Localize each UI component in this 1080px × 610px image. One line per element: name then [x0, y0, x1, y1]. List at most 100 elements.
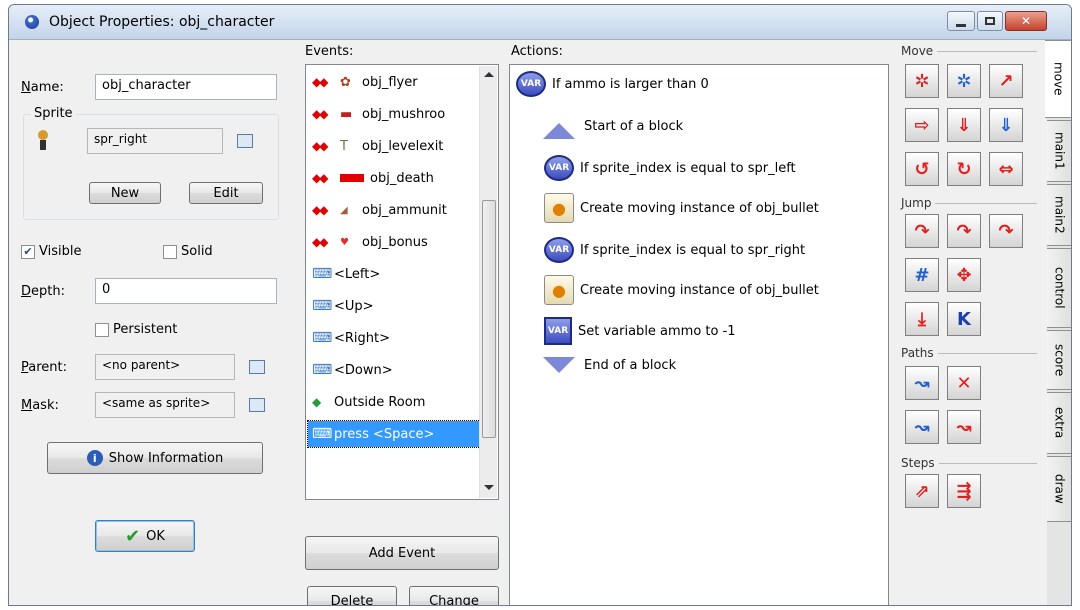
speed-vertical-icon[interactable]: ⇓ [947, 108, 981, 142]
move-free-icon[interactable]: ✲ [947, 64, 981, 98]
event-label: obj_levelexit [362, 138, 444, 154]
edit-sprite-label: Edit [213, 185, 239, 201]
tab-extra[interactable]: extra [1047, 392, 1071, 454]
action-item[interactable]: VAR If sprite_index is equal to spr_left [544, 155, 796, 181]
actions-list[interactable]: VAR If ammo is larger than 0 Start of a b… [509, 64, 889, 605]
reverse-vertical-icon[interactable]: ↻ [947, 152, 981, 186]
delete-event-button[interactable]: Delete [307, 586, 397, 605]
move-fixed-icon[interactable]: ✲ [905, 64, 939, 98]
event-label: press <Space> [334, 426, 435, 442]
new-sprite-button[interactable]: New [89, 182, 161, 204]
jump-to-position-icon[interactable]: ↷ [905, 214, 939, 248]
sprite-menu-icon[interactable] [237, 134, 253, 148]
sprite-field[interactable]: spr_right [87, 128, 223, 154]
move-towards-icon[interactable]: ↗ [989, 64, 1023, 98]
keyboard-icon: ⌨ [312, 330, 333, 346]
event-item[interactable]: ⌨ <Up> [308, 293, 480, 319]
jump-to-random-icon[interactable]: ↷ [989, 214, 1023, 248]
action-item[interactable]: ● Create moving instance of obj_bullet [544, 275, 819, 305]
action-label: Create moving instance of obj_bullet [580, 200, 819, 216]
bounce-icon[interactable]: K [947, 302, 981, 336]
mask-label: Mask: [21, 398, 59, 413]
jump-to-start-icon[interactable]: ↷ [947, 214, 981, 248]
tab-score[interactable]: score [1047, 330, 1071, 390]
action-label: If ammo is larger than 0 [552, 76, 709, 92]
mask-field[interactable]: <same as sprite> [95, 392, 235, 418]
action-item[interactable]: VAR If sprite_index is equal to spr_right [544, 237, 805, 263]
set-path-icon[interactable]: ↝ [905, 366, 939, 400]
action-item[interactable]: Start of a block [543, 113, 683, 139]
set-friction-icon[interactable]: ⇔ [989, 152, 1023, 186]
show-information-button[interactable]: i Show Information [47, 442, 263, 474]
event-item[interactable]: ◆◆ obj_death [308, 165, 480, 191]
change-event-button[interactable]: Change [409, 586, 499, 606]
tab-label: draw [1052, 474, 1067, 504]
name-field[interactable]: obj_character [95, 74, 277, 100]
tab-label: extra [1052, 407, 1067, 439]
create-instance-icon: ● [544, 275, 574, 305]
change-event-label: Change [429, 593, 479, 606]
collision-icon: ◆◆ [312, 107, 328, 121]
events-list[interactable]: ◆◆ ✿ obj_flyer ◆◆ ▬ obj_mushroo ◆◆ Tobj_level… [305, 64, 499, 500]
edit-sprite-button[interactable]: Edit [189, 182, 263, 204]
action-label: Set variable ammo to -1 [578, 323, 736, 339]
event-item-selected[interactable]: ⌨ press <Space> [307, 420, 481, 448]
actions-header: Actions: [511, 44, 563, 59]
event-item[interactable]: ◆◆ ✿ obj_flyer [308, 69, 480, 95]
maximize-button[interactable] [977, 11, 1003, 31]
depth-field[interactable]: 0 [95, 278, 277, 304]
sprite-group-label: Sprite [31, 106, 76, 121]
parent-field[interactable]: <no parent> [95, 354, 235, 380]
tab-main2[interactable]: main2 [1047, 184, 1071, 246]
path-position-icon[interactable]: ↝ [905, 410, 939, 444]
move-to-contact-icon[interactable]: ⤓ [905, 302, 939, 336]
event-item[interactable]: ◆◆ ♥ obj_bonus [308, 229, 480, 255]
step-avoiding-icon[interactable]: ⇶ [947, 474, 981, 508]
step-towards-icon[interactable]: ⇗ [905, 474, 939, 508]
collision-icon: ◆◆ [312, 139, 328, 153]
event-item[interactable]: ◆◆ ▬ obj_mushroo [308, 101, 480, 127]
mask-menu-icon[interactable] [249, 398, 265, 412]
action-item[interactable]: VAR If ammo is larger than 0 [516, 71, 709, 97]
minimize-icon [956, 23, 966, 27]
event-label: <Left> [334, 266, 381, 282]
action-item[interactable]: End of a block [543, 357, 676, 373]
align-to-grid-icon[interactable]: # [905, 258, 939, 292]
scroll-up-icon[interactable] [484, 72, 494, 77]
tab-control[interactable]: control [1047, 248, 1071, 328]
events-scrollbar[interactable] [479, 66, 497, 498]
add-event-button[interactable]: Add Event [305, 536, 499, 570]
scroll-down-icon[interactable] [484, 485, 494, 490]
speed-horizontal-icon[interactable]: ⇨ [905, 108, 939, 142]
action-label: If sprite_index is equal to spr_left [580, 160, 796, 176]
visible-checkbox[interactable]: ✔ Visible [21, 244, 81, 259]
wrap-screen-icon[interactable]: ✥ [947, 258, 981, 292]
event-item[interactable]: ◆◆ Tobj_levelexit [308, 133, 480, 159]
tab-main1[interactable]: main1 [1047, 120, 1071, 182]
event-item[interactable]: ⌨ <Down> [308, 357, 480, 383]
event-item[interactable]: ◆ Outside Room [308, 389, 480, 415]
action-item[interactable]: ● Create moving instance of obj_bullet [544, 193, 819, 223]
depth-label: Depth: [21, 284, 65, 299]
keyboard-icon: ⌨ [312, 362, 333, 378]
tab-move[interactable]: move [1045, 40, 1071, 118]
tab-draw[interactable]: draw [1047, 456, 1071, 522]
keyboard-icon: ⌨ [312, 298, 333, 314]
ok-button[interactable]: ✔ OK [95, 520, 195, 552]
action-item[interactable]: VAR Set variable ammo to -1 [544, 317, 736, 345]
scroll-thumb[interactable] [482, 200, 496, 438]
persistent-checkbox[interactable]: Persistent [95, 322, 177, 337]
end-path-icon[interactable]: ✕ [947, 366, 981, 400]
event-item[interactable]: ⌨ <Left> [308, 261, 480, 287]
close-button[interactable]: ✕ [1005, 11, 1047, 31]
solid-checkbox[interactable]: Solid [163, 244, 213, 259]
minimize-button[interactable] [947, 11, 975, 31]
reverse-horizontal-icon[interactable]: ↺ [905, 152, 939, 186]
checkmark-icon: ✔ [125, 525, 141, 547]
event-item[interactable]: ◆◆ ◢ obj_ammunit [308, 197, 480, 223]
path-speed-icon[interactable]: ↝ [947, 410, 981, 444]
event-label: <Down> [334, 362, 393, 378]
set-gravity-icon[interactable]: ⇓ [989, 108, 1023, 142]
event-item[interactable]: ⌨ <Right> [308, 325, 480, 351]
parent-menu-icon[interactable] [249, 360, 265, 374]
